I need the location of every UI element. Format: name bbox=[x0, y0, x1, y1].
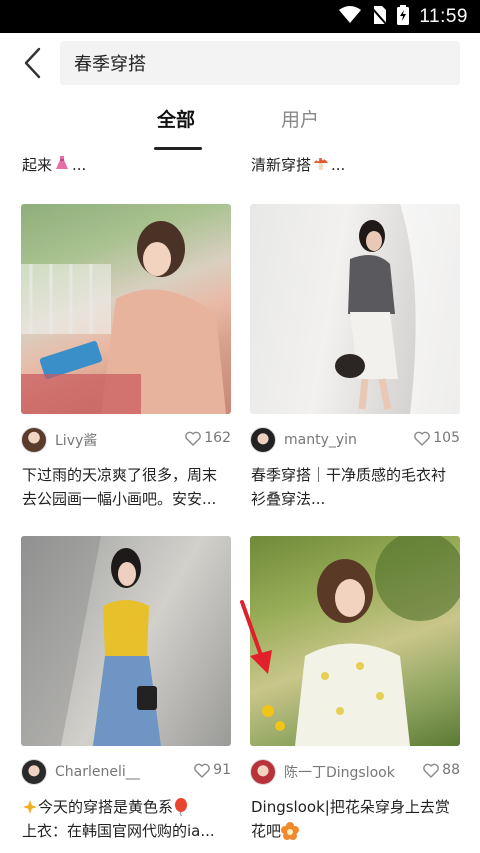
balloon-emoji-icon bbox=[175, 798, 188, 816]
no-sim-icon bbox=[371, 5, 388, 29]
author-name[interactable]: Charleneli__ bbox=[55, 764, 140, 780]
sparkle-emoji-icon bbox=[23, 800, 37, 814]
previous-post-description[interactable]: 清新穿搭 ... bbox=[251, 154, 345, 175]
post-image[interactable] bbox=[250, 536, 460, 746]
post-meta: 陈一丁Dingslook 88 bbox=[250, 758, 460, 786]
results-feed[interactable]: 起来 ... 清新穿搭 ... Livy酱 162 下过雨的天凉爽了很多，周末 … bbox=[0, 150, 480, 853]
tab-bar: 全部 用户 bbox=[0, 93, 480, 150]
author-name[interactable]: 陈一丁Dingslook bbox=[284, 762, 395, 782]
like-count: 105 bbox=[433, 430, 460, 446]
author-avatar[interactable] bbox=[21, 759, 47, 785]
like-button[interactable]: 105 bbox=[414, 430, 460, 446]
like-count: 162 bbox=[204, 430, 231, 446]
post-image[interactable] bbox=[250, 204, 460, 414]
tab-all[interactable]: 全部 bbox=[157, 105, 195, 132]
post-meta: Livy酱 162 bbox=[21, 426, 231, 454]
status-bar: 11:59 bbox=[0, 0, 480, 33]
post-meta: Charleneli__ 91 bbox=[21, 758, 231, 786]
post-description[interactable]: 今天的穿搭是黄色系 上衣：在韩国官网代购的ia... bbox=[22, 795, 237, 843]
author-name[interactable]: Livy酱 bbox=[55, 430, 97, 450]
search-input[interactable]: 春季穿搭 bbox=[60, 41, 460, 85]
like-count: 91 bbox=[213, 762, 231, 778]
like-button[interactable]: 88 bbox=[423, 762, 460, 778]
wifi-icon bbox=[339, 5, 362, 28]
author-avatar[interactable] bbox=[250, 427, 276, 453]
like-button[interactable]: 91 bbox=[194, 762, 231, 778]
heart-icon bbox=[414, 431, 431, 446]
author-avatar[interactable] bbox=[250, 759, 276, 785]
dress-emoji-icon bbox=[54, 155, 70, 175]
post-meta: manty_yin 105 bbox=[250, 426, 460, 454]
author-avatar[interactable] bbox=[21, 427, 47, 453]
top-bar: 春季穿搭 bbox=[0, 33, 480, 93]
author-name[interactable]: manty_yin bbox=[284, 432, 357, 448]
post-description[interactable]: Dingslook|把花朵穿身上去赏 花吧 bbox=[251, 795, 466, 843]
previous-post-description[interactable]: 起来 ... bbox=[22, 154, 86, 175]
post-image[interactable] bbox=[21, 204, 231, 414]
post-image[interactable] bbox=[21, 536, 231, 746]
like-button[interactable]: 162 bbox=[185, 430, 231, 446]
status-icons: 11:59 bbox=[339, 0, 468, 33]
back-arrow-icon bbox=[24, 47, 41, 79]
post-description[interactable]: 春季穿搭｜干净质感的毛衣衬 衫叠穿法... bbox=[251, 463, 466, 511]
search-query: 春季穿搭 bbox=[74, 54, 146, 75]
like-count: 88 bbox=[442, 762, 460, 778]
back-button[interactable] bbox=[14, 45, 50, 81]
mushroom-emoji-icon bbox=[313, 155, 329, 175]
heart-icon bbox=[423, 763, 439, 778]
tab-users[interactable]: 用户 bbox=[281, 105, 319, 132]
post-description[interactable]: 下过雨的天凉爽了很多，周末 去公园画一幅小画吧。安安... bbox=[22, 463, 237, 511]
battery-charging-icon bbox=[397, 4, 410, 29]
flower-emoji-icon bbox=[281, 822, 300, 840]
status-time: 11:59 bbox=[419, 5, 468, 27]
heart-icon bbox=[185, 431, 202, 446]
heart-icon bbox=[194, 763, 210, 778]
